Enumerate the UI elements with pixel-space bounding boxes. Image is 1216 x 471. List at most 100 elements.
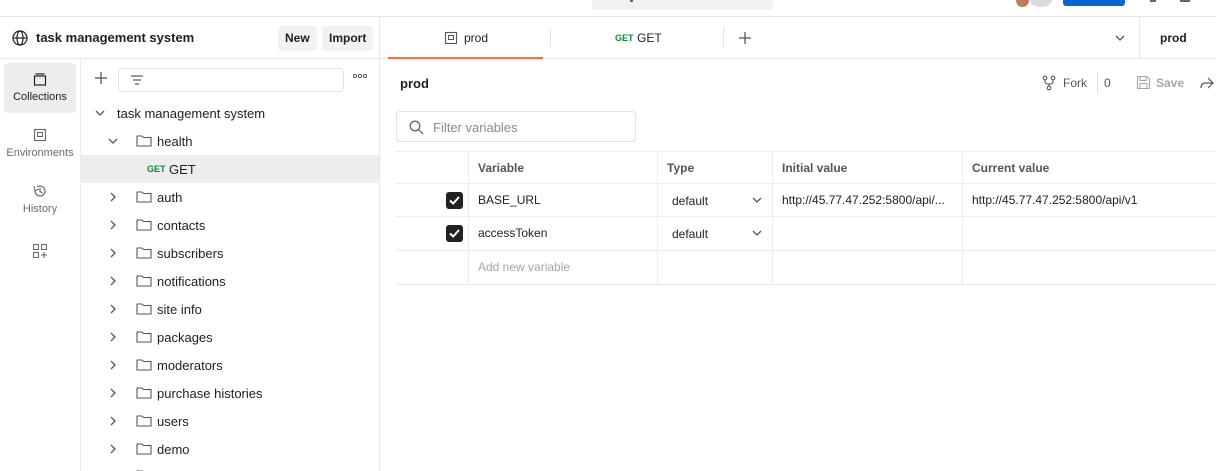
current-value: http://45.77.47.252:5800/api/v1 — [972, 193, 1138, 207]
save-button[interactable]: Save — [1156, 76, 1184, 90]
column-header-label: Variable — [478, 161, 525, 175]
fork-button[interactable]: Fork — [1063, 76, 1087, 90]
enabled-checkbox[interactable] — [446, 225, 463, 242]
column-header-type: Type — [657, 152, 772, 183]
rail-item-environments[interactable]: Environments — [4, 119, 76, 169]
enabled-checkbox[interactable] — [446, 192, 463, 209]
current-value-cell[interactable]: http://45.77.47.252:5800/api/v1 — [962, 184, 1216, 216]
tree-folder[interactable]: site info — [81, 295, 379, 323]
request-label: GET — [169, 162, 196, 177]
rail-item-configure[interactable] — [4, 235, 76, 275]
current-value-cell[interactable] — [962, 217, 1216, 250]
history-icon — [33, 185, 46, 197]
checkmark-icon — [449, 229, 460, 238]
chevron-down-icon[interactable] — [95, 108, 105, 118]
checkmark-icon — [449, 196, 460, 205]
tree-folder[interactable]: health — [81, 127, 379, 155]
table-row: accessToken default — [396, 217, 1216, 251]
tree-folder[interactable]: auth — [81, 183, 379, 211]
chevron-right-icon[interactable] — [108, 220, 118, 230]
chevron-down-icon — [752, 230, 762, 236]
chevron-right-icon[interactable] — [108, 332, 118, 342]
chevron-right-icon[interactable] — [108, 388, 118, 398]
folder-label: site info — [157, 302, 202, 317]
more-options-icon[interactable] — [352, 73, 368, 79]
save-icon[interactable] — [1136, 75, 1151, 90]
fork-icon[interactable] — [1041, 75, 1057, 91]
share-icon[interactable] — [1199, 75, 1215, 91]
variable-name: BASE_URL — [478, 193, 541, 207]
variable-name: accessToken — [478, 226, 548, 240]
folder-icon — [136, 303, 152, 315]
chevron-down-icon — [752, 197, 762, 203]
chevron-right-icon[interactable] — [108, 304, 118, 314]
tree-folder[interactable]: demo — [81, 435, 379, 463]
header-icon-b[interactable] — [1180, 0, 1190, 2]
tree-collection-root[interactable]: task management system — [81, 99, 379, 127]
folder-icon — [136, 415, 152, 427]
workspace-header: task management system New Import — [0, 17, 379, 59]
rail-item-collections[interactable]: Collections — [4, 63, 76, 113]
empty-type-cell — [657, 251, 772, 284]
import-button[interactable]: Import — [322, 26, 374, 51]
initial-value-cell[interactable] — [772, 217, 962, 250]
tree-folder[interactable]: contacts — [81, 211, 379, 239]
add-variable-cell[interactable]: Add new variable — [468, 251, 658, 284]
filter-variables-input[interactable] — [433, 118, 623, 136]
tree-folder[interactable]: users — [81, 407, 379, 435]
folder-icon — [136, 387, 152, 399]
chevron-right-icon[interactable] — [108, 444, 118, 454]
tab-label: GET — [637, 31, 662, 45]
team-avatar[interactable] — [1030, 0, 1052, 7]
env-selector-divider — [1139, 17, 1140, 59]
type-select[interactable]: default — [657, 184, 772, 216]
rail-item-history[interactable]: History — [4, 175, 76, 225]
column-header-label: Initial value — [782, 161, 848, 175]
workspace-title[interactable]: task management system — [36, 30, 194, 45]
environment-title[interactable]: prod — [400, 76, 429, 91]
table-row: BASE_URL default http://45.77.47.252:580… — [396, 184, 1216, 217]
environment-selector[interactable]: prod — [1160, 31, 1187, 45]
chevron-down-icon[interactable] — [1115, 33, 1125, 43]
chevron-right-icon[interactable] — [108, 416, 118, 426]
chevron-right-icon[interactable] — [108, 248, 118, 258]
tree-folder[interactable]: notifications — [81, 267, 379, 295]
initial-value: http://45.77.47.252:5800/api/... — [782, 193, 945, 207]
empty-current-cell — [962, 251, 1216, 284]
tab-divider — [723, 29, 724, 47]
folder-icon — [136, 443, 152, 455]
column-header-label: Type — [667, 161, 695, 175]
variable-name-cell[interactable]: BASE_URL — [468, 184, 658, 216]
folder-label: purchase histories — [157, 386, 263, 401]
chevron-right-icon[interactable] — [108, 192, 118, 202]
initial-value-cell[interactable]: http://45.77.47.252:5800/api/... — [772, 184, 962, 216]
plus-icon[interactable] — [94, 71, 108, 85]
user-avatar[interactable] — [1016, 0, 1029, 7]
type-select[interactable]: default — [657, 217, 772, 250]
new-tab-plus-icon[interactable] — [738, 31, 752, 45]
column-header-initial-value: Initial value — [772, 152, 962, 183]
tree-folder[interactable]: purchase histories — [81, 379, 379, 407]
tab-label: prod — [464, 31, 489, 45]
tree-filter-input[interactable] — [118, 68, 344, 92]
search-bar-edge — [630, 0, 633, 2]
tab-environment-prod[interactable]: prod — [388, 17, 543, 59]
filter-variables-field[interactable] — [396, 111, 636, 142]
global-search-bar[interactable] — [592, 0, 773, 10]
tree-folder[interactable]: subscribers — [81, 239, 379, 267]
chevron-right-icon[interactable] — [108, 360, 118, 370]
header-icon-a[interactable] — [1150, 0, 1156, 2]
chevron-down-icon[interactable] — [108, 136, 118, 146]
folder-label: demo — [157, 442, 190, 457]
table-header-row: Variable Type Initial value Current valu… — [396, 151, 1216, 184]
sidebar-rail: Collections Environments History — [0, 59, 81, 471]
variable-name-cell[interactable]: accessToken — [468, 217, 658, 250]
tab-request-get[interactable]: GET GET — [551, 17, 723, 59]
invite-button[interactable] — [1063, 0, 1125, 6]
new-button[interactable]: New — [278, 26, 317, 51]
tree-folder[interactable]: packages — [81, 323, 379, 351]
rail-item-label: Environments — [6, 147, 74, 159]
chevron-right-icon[interactable] — [108, 276, 118, 286]
tree-request[interactable]: GET GET — [81, 155, 379, 183]
tree-folder[interactable]: moderators — [81, 351, 379, 379]
